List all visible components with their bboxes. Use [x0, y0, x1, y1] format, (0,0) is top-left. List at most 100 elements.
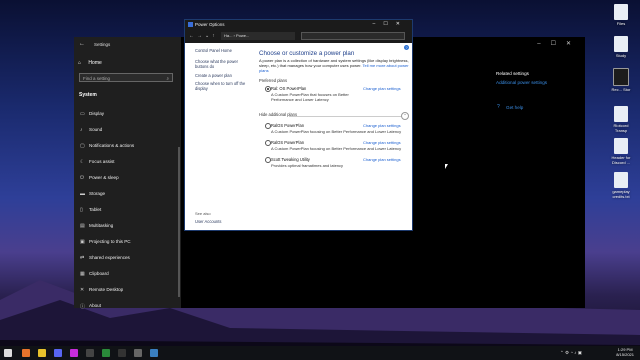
clock[interactable]: 1:29 PM 8/15/2021	[616, 347, 634, 357]
home-nav[interactable]: ⌂ Home	[78, 60, 102, 66]
start-icon[interactable]	[4, 349, 12, 357]
nav-projecting[interactable]: ▣ Projecting to this PC	[74, 235, 181, 248]
nav-arrows-icon[interactable]: ←→⌄↑	[189, 33, 218, 39]
app-icon	[613, 68, 629, 86]
page-heading: Choose or customize a power plan	[259, 50, 355, 57]
change-plan-settings-link[interactable]: Change plan settings	[363, 123, 401, 128]
moon-icon: ☾	[80, 159, 85, 165]
nav-focus-assist[interactable]: ☾ Focus assist	[74, 155, 181, 168]
preferred-plans-label: Preferred plans	[259, 78, 287, 83]
change-plan-settings-link[interactable]: Change plan settings	[363, 140, 401, 145]
plan-description: A Custom PowerPlan that focuses on Bette…	[271, 92, 349, 102]
file-icon	[614, 106, 628, 122]
window-title: Settings	[94, 42, 111, 47]
plan-description: Provides optimal framatimes and latency	[271, 163, 344, 168]
plan-name: Scott Tweaking Utility	[271, 157, 310, 162]
share-icon: ⇄	[80, 255, 85, 261]
home-icon: ⌂	[78, 60, 82, 66]
app-icon[interactable]	[86, 349, 94, 357]
nav-clipboard[interactable]: ▦ Clipboard	[74, 267, 181, 280]
left-task-pane: Control Panel Home Choose what the power…	[185, 43, 255, 230]
control-panel-search[interactable]	[301, 32, 405, 40]
taskbar: ⌃ ⚙ ◔ ♪ ▣ 1:29 PM 8/15/2021	[0, 346, 640, 360]
projector-icon: ▣	[80, 239, 85, 245]
address-bar[interactable]: Ha... › Powe...	[221, 32, 295, 40]
notification-icon: ▢	[80, 143, 85, 149]
nav-power-sleep[interactable]: ⏻ Power & sleep	[74, 171, 181, 184]
window-controls[interactable]: –☐✕	[537, 40, 581, 47]
tray-icons[interactable]: ⌃ ⚙ ◔ ♪ ▣	[560, 350, 582, 356]
plan-description: A Custom PowerPlan focusing on Better Pe…	[271, 129, 402, 134]
text-file-icon	[614, 172, 628, 188]
plan-description: A Custom PowerPlan focusing on Better Pe…	[271, 146, 402, 151]
nav-display[interactable]: ▭ Display	[74, 107, 181, 120]
back-arrow-icon[interactable]: ←	[79, 41, 85, 47]
gear-icon[interactable]	[134, 349, 142, 357]
control-panel-home-link[interactable]: Control Panel Home	[195, 48, 232, 53]
mouse-cursor-icon	[445, 164, 448, 169]
address-bar-row: ←→⌄↑ Ha... › Powe...	[185, 29, 412, 43]
change-plan-settings-link[interactable]: Change plan settings	[363, 157, 401, 162]
see-also-label: See also	[195, 211, 211, 216]
power-icon: ⏻	[80, 175, 84, 181]
create-plan-link[interactable]: Create a power plan	[195, 73, 232, 78]
multitasking-icon: ▤	[80, 223, 85, 229]
divider	[289, 116, 402, 117]
power-options-window: Power Options –☐✕ ←→⌄↑ Ha... › Powe... C…	[184, 19, 413, 231]
app-icon[interactable]	[70, 349, 78, 357]
nav-storage[interactable]: ▬ Storage	[74, 187, 181, 200]
remote-icon: ✕	[80, 287, 85, 293]
desktop-icon-gameplay-credits[interactable]: gameplay credits.txt	[608, 172, 634, 199]
window-controls[interactable]: –☐✕	[373, 20, 408, 29]
desktop-icon-header-discord[interactable]: Header for Discord ...	[608, 138, 634, 165]
app-icon[interactable]	[102, 349, 110, 357]
sidebar-scrollbar[interactable]	[178, 147, 180, 297]
storage-icon: ▬	[80, 191, 85, 197]
desktop-icon-riotcord[interactable]: Riotcord Transp	[608, 106, 634, 133]
help-icon[interactable]: ?	[404, 45, 409, 50]
related-settings-title: Related settings	[496, 71, 529, 76]
file-icon	[614, 4, 628, 20]
info-icon: ⓘ	[80, 304, 86, 310]
collapse-chevron-icon[interactable]: ⌃	[401, 112, 409, 120]
nav-sound[interactable]: ♪ Sound	[74, 123, 181, 136]
power-options-icon	[188, 22, 193, 27]
change-plan-settings-link[interactable]: Change plan settings	[363, 86, 401, 91]
desktop-icon-files[interactable]: Files	[608, 4, 634, 26]
file-explorer-icon[interactable]	[38, 349, 46, 357]
related-settings: Related settings Additional power settin…	[496, 71, 547, 85]
nav-about[interactable]: ⓘ About	[74, 299, 181, 312]
desktop-icon-rec[interactable]: Rec... Stor	[608, 68, 634, 92]
search-input[interactable]: Find a setting ⌕	[79, 73, 173, 82]
additional-power-settings-link[interactable]: Additional power settings	[496, 80, 547, 85]
brave-browser-icon[interactable]	[22, 349, 30, 357]
nav-notifications[interactable]: ▢ Notifications & actions	[74, 139, 181, 152]
power-titlebar[interactable]: Power Options –☐✕	[185, 20, 412, 29]
display-icon: ▭	[80, 111, 85, 117]
speaker-icon: ♪	[80, 127, 83, 133]
file-icon	[614, 138, 628, 154]
user-accounts-link[interactable]: User Accounts	[195, 219, 221, 224]
nav-shared-experiences[interactable]: ⇄ Shared experiences	[74, 251, 181, 264]
search-icon: ⌕	[166, 76, 169, 81]
get-help-link[interactable]: Get help	[506, 105, 523, 110]
discord-icon[interactable]	[54, 349, 62, 357]
intro-text: A power plan is a collection of hardware…	[259, 58, 409, 73]
app-icon[interactable]	[118, 349, 126, 357]
plan-name: Ral: OS PowerPlan	[271, 86, 307, 91]
power-window-title: Power Options	[195, 22, 225, 27]
power-buttons-link[interactable]: Choose what the power buttons do	[195, 59, 249, 69]
help-icon: ?	[497, 104, 500, 110]
nav-remote-desktop[interactable]: ✕ Remote Desktop	[74, 283, 181, 296]
desktop-icon-study[interactable]: Study	[608, 36, 634, 58]
plan-name: RalOS PowerPlan	[271, 123, 304, 128]
control-panel-icon[interactable]	[150, 349, 158, 357]
display-off-link[interactable]: Choose when to turn off the display	[195, 81, 249, 91]
clipboard-icon: ▦	[80, 271, 85, 277]
nav-tablet[interactable]: ▯ Tablet	[74, 203, 181, 216]
tablet-icon: ▯	[80, 207, 83, 213]
plan-name: RalOS PowerPlan	[271, 140, 304, 145]
nav-multitasking[interactable]: ▤ Multitasking	[74, 219, 181, 232]
section-title: System	[79, 92, 97, 98]
file-icon	[614, 36, 628, 52]
